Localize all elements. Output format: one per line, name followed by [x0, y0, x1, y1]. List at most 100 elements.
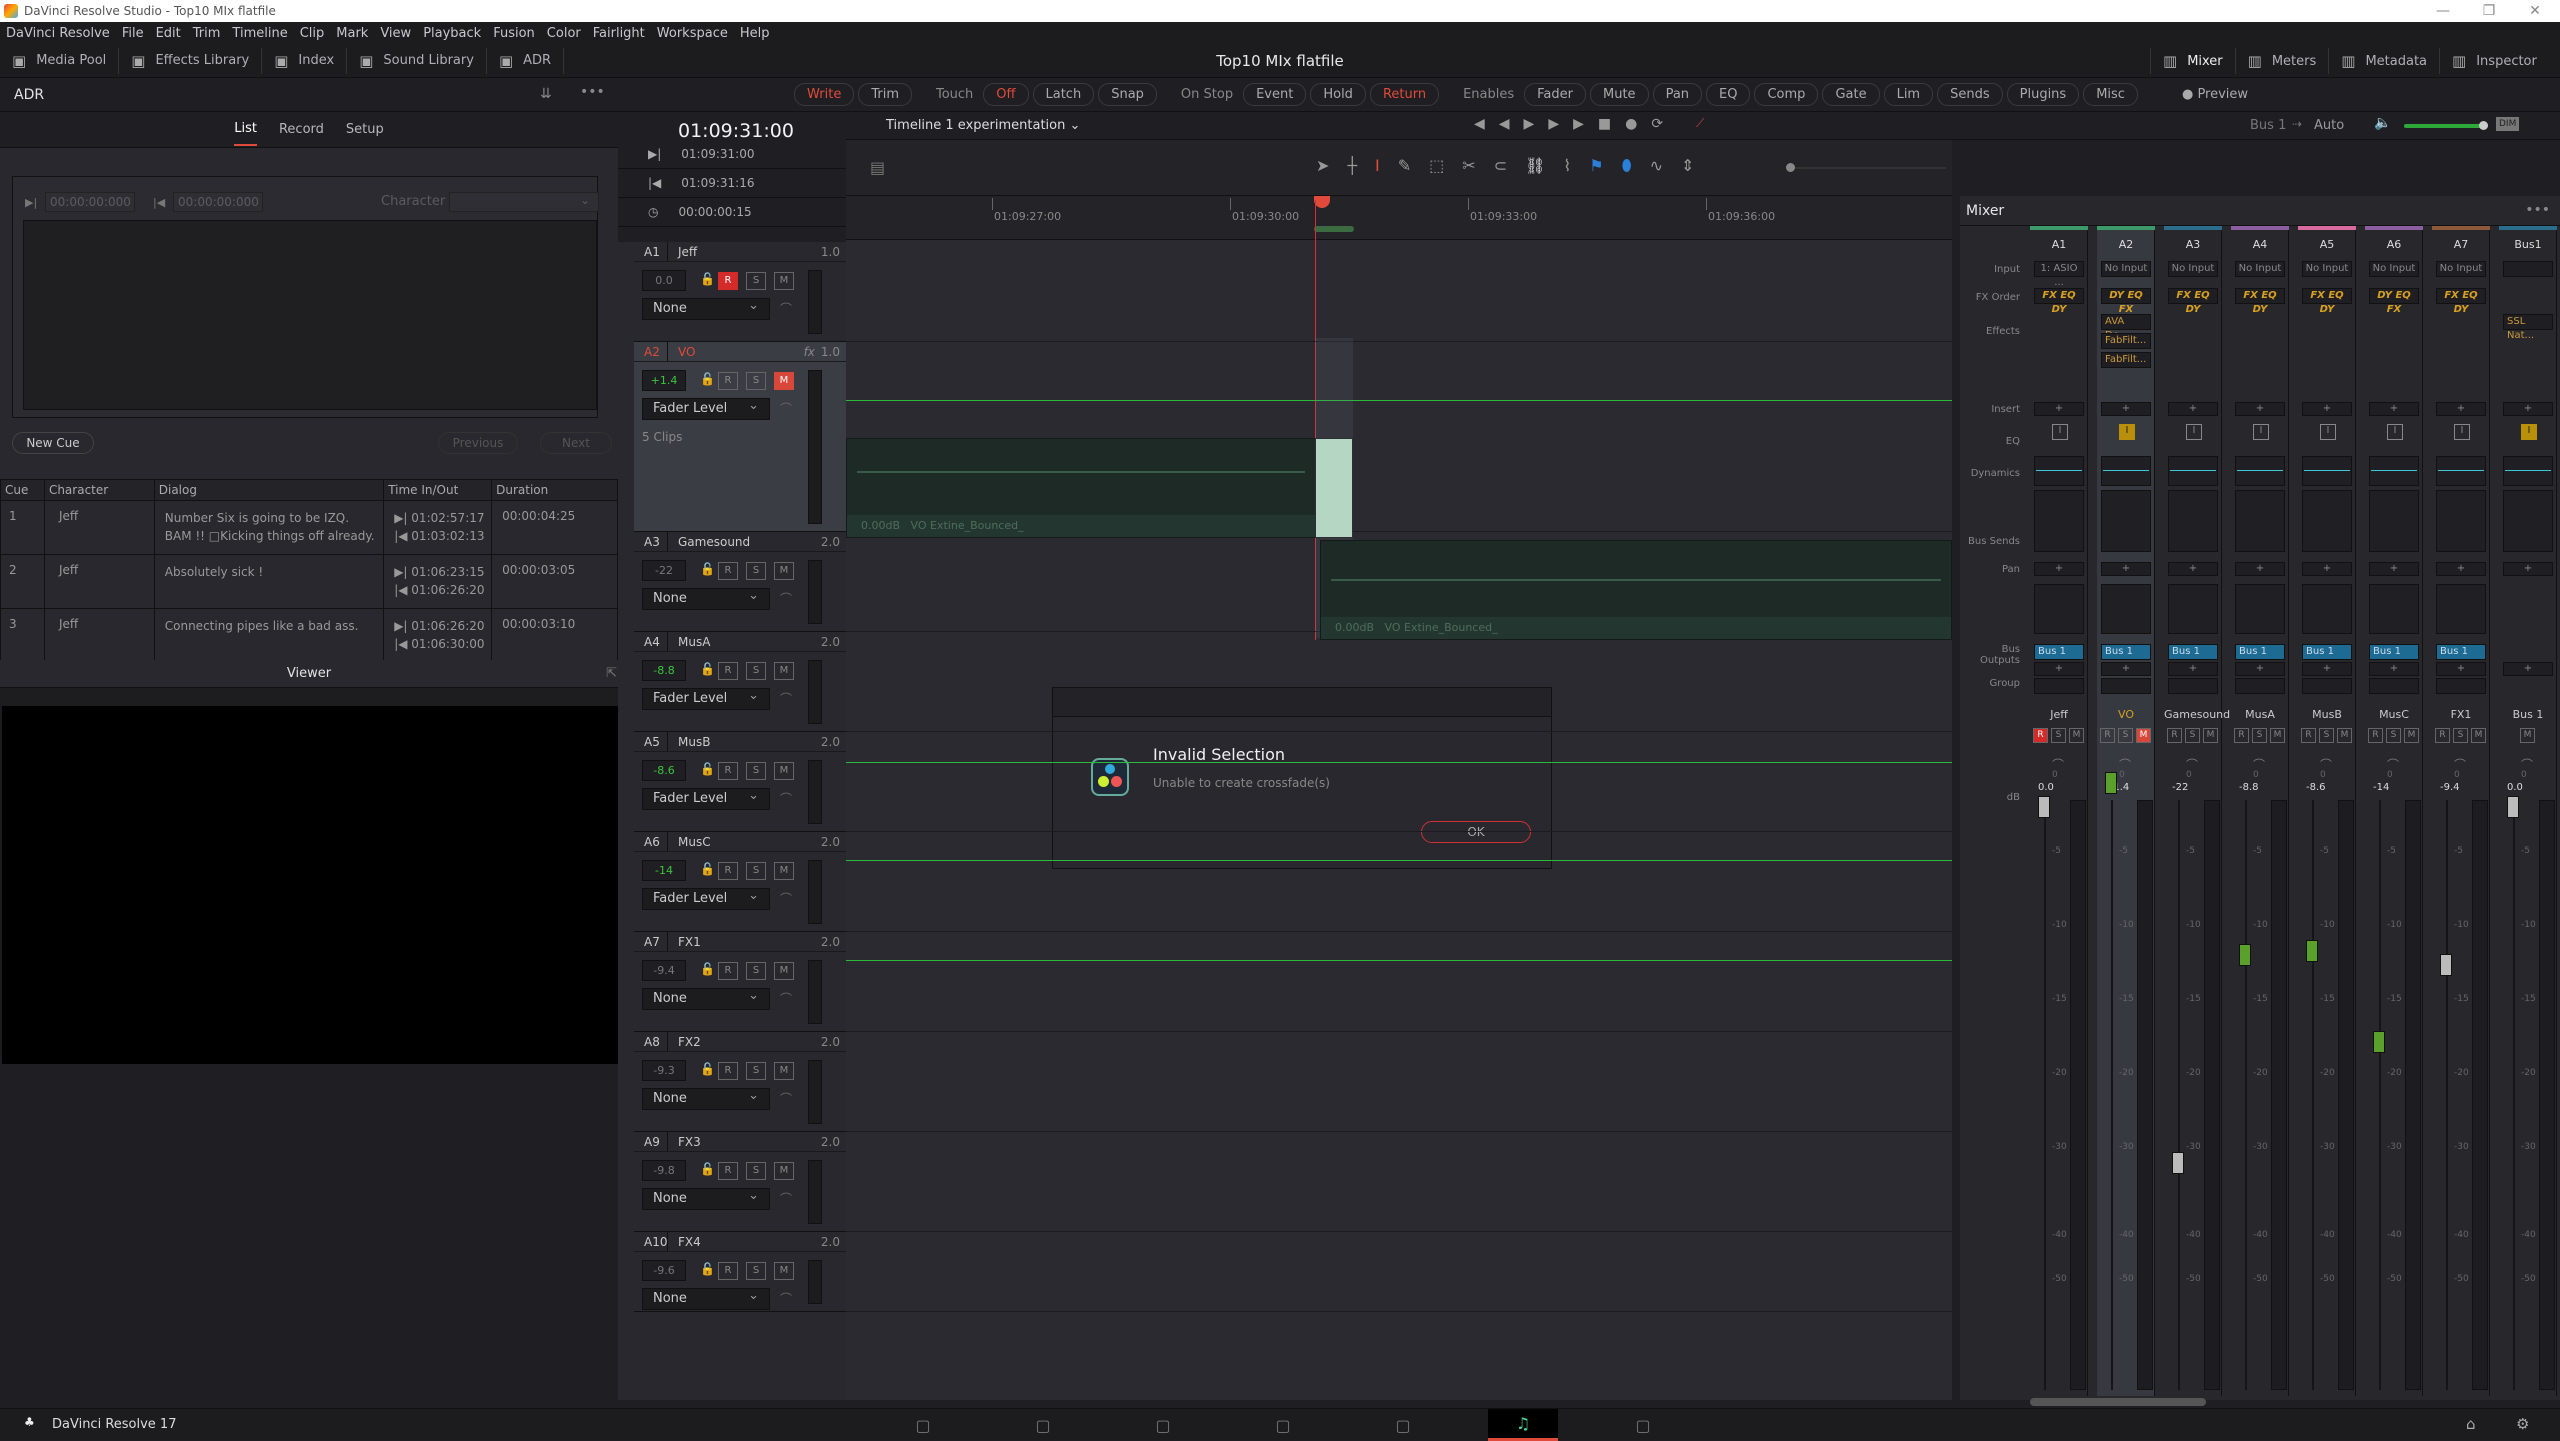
settings-icon[interactable]: ⚙: [2516, 1415, 2529, 1433]
record-arm-button[interactable]: R: [2435, 728, 2450, 743]
pan-control[interactable]: [2168, 584, 2218, 634]
lock-icon[interactable]: 🔓: [700, 272, 715, 286]
mute-button[interactable]: M: [2203, 728, 2218, 743]
solo-button[interactable]: S: [746, 962, 766, 980]
track-header-a4[interactable]: A4MusA2.0 -8.8 🔓RSM Fader Level ⌒: [634, 632, 846, 732]
channel-input-select[interactable]: [2503, 261, 2553, 277]
solo-button[interactable]: S: [2386, 728, 2401, 743]
dynamics-graph[interactable]: [2101, 490, 2151, 552]
solo-button[interactable]: S: [2118, 728, 2133, 743]
solo-button[interactable]: S: [2185, 728, 2200, 743]
marker-icon[interactable]: ⬮: [1622, 156, 1632, 176]
sort-icon[interactable]: ⇊: [540, 86, 552, 102]
menu-fusion[interactable]: Fusion: [493, 26, 535, 41]
track-name[interactable]: MusA: [668, 635, 821, 649]
record-arm-button[interactable]: R: [718, 862, 738, 880]
channel-name[interactable]: VO: [2097, 708, 2155, 721]
bus-send-add-button[interactable]: +: [2302, 562, 2352, 576]
cue-row[interactable]: 2 Jeff Absolutely sick ! ▶| 01:06:23:15 |◀ 0…: [0, 554, 618, 609]
track-header-a10[interactable]: A10FX42.0 -9.6 🔓RSM None ⌒: [634, 1232, 846, 1312]
column-header-character[interactable]: Character: [43, 479, 155, 501]
timeline-lane-a10[interactable]: [846, 1232, 1952, 1312]
column-header-dialog[interactable]: Dialog: [153, 479, 385, 501]
flag-icon[interactable]: ⚑: [1589, 156, 1603, 176]
track-volume[interactable]: -9.6: [642, 1260, 686, 1281]
track-volume[interactable]: -9.4: [642, 960, 686, 981]
channel-input-select[interactable]: No Input: [2101, 261, 2151, 277]
group-slot[interactable]: [2369, 678, 2419, 694]
dynamics-graph[interactable]: [2302, 490, 2352, 552]
lock-icon[interactable]: 🔓: [700, 762, 715, 776]
tab-list[interactable]: List: [234, 113, 257, 146]
lock-icon[interactable]: 🔓: [700, 1162, 715, 1176]
automation-mode-select[interactable]: None: [642, 586, 770, 610]
bus-output[interactable]: Bus 1: [2436, 644, 2486, 660]
fast-forward-icon[interactable]: ▶▶: [1524, 116, 1574, 132]
channel-name[interactable]: Jeff: [2030, 708, 2088, 721]
solo-button[interactable]: S: [2453, 728, 2468, 743]
automation-mode-select[interactable]: None: [642, 1086, 770, 1110]
expand-viewer-icon[interactable]: ⇱: [606, 660, 617, 688]
record-arm-button[interactable]: R: [718, 372, 738, 390]
home-icon[interactable]: ⌂: [2466, 1415, 2476, 1433]
track-volume[interactable]: -8.6: [642, 760, 686, 781]
page-deliver-button[interactable]: ▢: [1608, 1409, 1678, 1441]
automation-curve-icon[interactable]: ⌒: [780, 400, 792, 417]
snapping-icon[interactable]: ⊂: [1494, 156, 1507, 176]
channel-input-select[interactable]: No Input: [2369, 261, 2419, 277]
page-fairlight-button[interactable]: ♫: [1488, 1409, 1558, 1441]
dynamics-graph[interactable]: [2235, 490, 2285, 552]
page-media-button[interactable]: ▢: [888, 1409, 958, 1441]
group-slot[interactable]: [2235, 678, 2285, 694]
monitor-volume-slider[interactable]: [2404, 121, 2488, 130]
solo-button[interactable]: S: [746, 662, 766, 680]
mute-button[interactable]: M: [774, 962, 794, 980]
solo-button[interactable]: S: [746, 372, 766, 390]
automation-mode-select[interactable]: None: [642, 986, 770, 1010]
track-name[interactable]: VO: [668, 345, 804, 359]
menu-clip[interactable]: Clip: [300, 26, 325, 41]
track-volume[interactable]: +1.4: [642, 370, 686, 391]
bus-output[interactable]: Bus 1: [2101, 644, 2151, 660]
toolbar-sound-library-button[interactable]: ▣ Sound Library: [347, 47, 487, 74]
menu-davinci-resolve[interactable]: DaVinci Resolve: [6, 26, 110, 41]
add-bus-output-button[interactable]: +: [2034, 662, 2084, 676]
previous-button[interactable]: Previous: [438, 432, 518, 454]
toolbar-adr-button[interactable]: ▣ ADR: [487, 47, 565, 74]
mute-button[interactable]: M: [2404, 728, 2419, 743]
menu-timeline[interactable]: Timeline: [232, 26, 287, 41]
fader-handle[interactable]: [2038, 796, 2050, 818]
selection-tool-icon[interactable]: ➤: [1316, 156, 1329, 176]
zoom-slider[interactable]: [1786, 163, 1946, 172]
dialog-text-area[interactable]: [23, 220, 597, 410]
eq-graph[interactable]: [2168, 456, 2218, 486]
record-arm-button[interactable]: R: [2100, 728, 2115, 743]
rewind-icon[interactable]: ◀◀: [1474, 116, 1524, 132]
mute-button[interactable]: M: [2136, 728, 2151, 743]
insert-button[interactable]: I: [2454, 424, 2470, 440]
add-effect-button[interactable]: +: [2235, 402, 2285, 416]
close-icon[interactable]: ✕: [2512, 0, 2558, 22]
play-icon[interactable]: ▶: [1573, 116, 1598, 132]
add-effect-button[interactable]: +: [2503, 402, 2553, 416]
add-effect-button[interactable]: +: [2034, 402, 2084, 416]
effect-slot[interactable]: FabFilt...: [2101, 352, 2151, 368]
dynamics-graph[interactable]: [2436, 490, 2486, 552]
solo-button[interactable]: S: [746, 1162, 766, 1180]
event-button[interactable]: Event: [1243, 83, 1307, 106]
minimize-icon[interactable]: —: [2420, 0, 2466, 22]
speaker-icon[interactable]: 🔈: [2374, 115, 2391, 131]
menu-mark[interactable]: Mark: [336, 26, 368, 41]
channel-input-select[interactable]: No Input: [2168, 261, 2218, 277]
audio-clip[interactable]: 0.00dB VO Extine_Bounced_: [1320, 540, 1952, 640]
fx-order[interactable]: FX EQ DY: [2235, 288, 2285, 315]
enable-gate-button[interactable]: Gate: [1822, 83, 1880, 106]
track-volume[interactable]: -22: [642, 560, 686, 581]
column-header-duration[interactable]: Duration: [491, 479, 618, 501]
record-arm-button[interactable]: R: [2234, 728, 2249, 743]
insert-button[interactable]: I: [2186, 424, 2202, 440]
solo-button[interactable]: S: [746, 1062, 766, 1080]
solo-button[interactable]: S: [746, 862, 766, 880]
lock-icon[interactable]: 🔓: [700, 372, 715, 386]
dynamics-graph[interactable]: [2168, 490, 2218, 552]
